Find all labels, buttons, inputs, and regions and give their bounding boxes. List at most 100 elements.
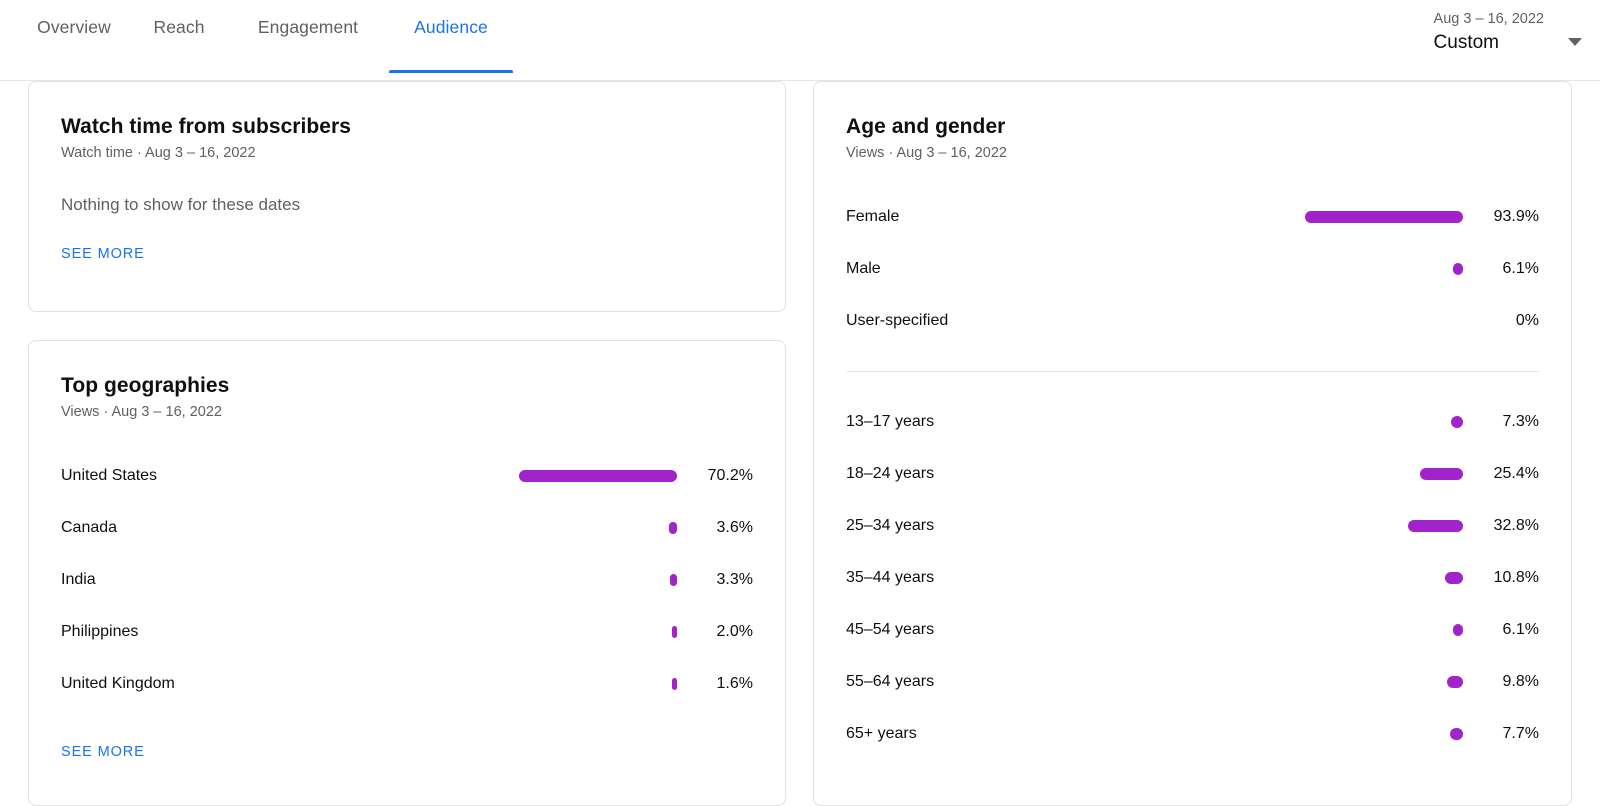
bar-row: Philippines 2.0%	[61, 606, 753, 658]
bar-track	[1194, 728, 1463, 740]
tab-overview[interactable]: Overview	[18, 0, 130, 80]
bar-row-value: 0%	[1477, 312, 1539, 330]
bar-row-value: 6.1%	[1477, 621, 1539, 639]
bar-track	[1194, 520, 1463, 532]
bar-row-value: 25.4%	[1477, 465, 1539, 483]
bar-row-label: Philippines	[61, 623, 361, 641]
bar-row: 35–44 years 10.8%	[846, 552, 1539, 604]
bar-track	[1194, 416, 1463, 428]
bar-row-value: 3.6%	[691, 519, 753, 537]
bar-row: 55–64 years 9.8%	[846, 656, 1539, 708]
bar-fill	[1447, 676, 1463, 688]
card-watch-time-from-subscribers: Watch time from subscribers Watch time ·…	[28, 81, 786, 312]
age-rows: 13–17 years 7.3% 18–24 years 25.4% 25–34 yea…	[846, 396, 1539, 760]
tab-label: Overview	[37, 17, 111, 38]
bar-row-label: 55–64 years	[846, 673, 1186, 691]
date-range-preset: Custom	[1434, 30, 1544, 56]
bar-row-value: 70.2%	[691, 467, 753, 485]
bar-row-label: User-specified	[846, 312, 1186, 330]
card-subtitle: Watch time · Aug 3 – 16, 2022	[61, 145, 753, 161]
bar-row-label: Male	[846, 260, 1186, 278]
card-subtitle: Views · Aug 3 – 16, 2022	[61, 404, 753, 420]
analytics-top-bar: Overview Reach Engagement Audience Aug 3 – …	[0, 0, 1600, 81]
bar-track	[1194, 211, 1463, 223]
bar-track	[1194, 676, 1463, 688]
bar-fill	[1453, 624, 1463, 636]
bar-fill	[1408, 520, 1463, 532]
bar-row-label: 25–34 years	[846, 517, 1186, 535]
bar-row-value: 3.3%	[691, 571, 753, 589]
bar-row-label: 65+ years	[846, 725, 1186, 743]
bar-row: 45–54 years 6.1%	[846, 604, 1539, 656]
bar-row: Canada 3.6%	[61, 502, 753, 554]
bar-row-value: 93.9%	[1477, 208, 1539, 226]
date-range-text: Aug 3 – 16, 2022 Custom	[1434, 8, 1544, 56]
bar-row: 25–34 years 32.8%	[846, 500, 1539, 552]
bar-fill	[1453, 263, 1463, 275]
empty-state-message: Nothing to show for these dates	[61, 195, 753, 215]
bar-fill	[1451, 416, 1463, 428]
bar-fill	[672, 626, 677, 638]
date-range-selector[interactable]: Aug 3 – 16, 2022 Custom	[1434, 8, 1582, 56]
analytics-tabs: Overview Reach Engagement Audience	[0, 0, 514, 80]
bar-row-label: United Kingdom	[61, 675, 361, 693]
see-more-geographies-button[interactable]: SEE MORE	[61, 744, 145, 760]
card-age-and-gender: Age and gender Views · Aug 3 – 16, 2022 …	[813, 81, 1572, 806]
bar-row-label: Female	[846, 208, 1186, 226]
bar-row-value: 32.8%	[1477, 517, 1539, 535]
bar-row: Male 6.1%	[846, 243, 1539, 295]
bar-row: User-specified 0%	[846, 295, 1539, 347]
bar-row-value: 9.8%	[1477, 673, 1539, 691]
tab-reach[interactable]: Reach	[130, 0, 228, 80]
analytics-content: Watch time from subscribers Watch time ·…	[0, 81, 1600, 806]
bar-fill	[669, 522, 677, 534]
bar-fill	[1450, 728, 1463, 740]
geography-rows: United States 70.2% Canada 3.6% India 3.3% Phi…	[61, 450, 753, 710]
bar-fill	[1305, 211, 1463, 223]
bar-fill	[1445, 572, 1463, 584]
bar-fill	[670, 574, 677, 586]
bar-fill	[672, 678, 677, 690]
bar-row-label: 45–54 years	[846, 621, 1186, 639]
bar-row-value: 10.8%	[1477, 569, 1539, 587]
bar-row-label: India	[61, 571, 361, 589]
bar-track	[369, 626, 677, 638]
bar-track	[369, 522, 677, 534]
bar-row: Female 93.9%	[846, 191, 1539, 243]
see-more-watch-time-button[interactable]: SEE MORE	[61, 246, 145, 262]
tab-engagement[interactable]: Engagement	[228, 0, 388, 80]
bar-row-value: 7.7%	[1477, 725, 1539, 743]
date-range-value: Aug 3 – 16, 2022	[1434, 8, 1544, 30]
bar-row: 18–24 years 25.4%	[846, 448, 1539, 500]
section-divider	[846, 371, 1539, 372]
bar-row-value: 7.3%	[1477, 413, 1539, 431]
bar-track	[369, 678, 677, 690]
bar-row: 13–17 years 7.3%	[846, 396, 1539, 448]
bar-track	[369, 574, 677, 586]
bar-track	[1194, 315, 1463, 327]
bar-row-label: 13–17 years	[846, 413, 1186, 431]
bar-fill	[1420, 468, 1463, 480]
bar-row-label: 35–44 years	[846, 569, 1186, 587]
gender-rows: Female 93.9% Male 6.1% User-specified 0%	[846, 191, 1539, 347]
tab-audience[interactable]: Audience	[388, 0, 514, 80]
tab-label: Audience	[414, 17, 488, 38]
bar-track	[1194, 572, 1463, 584]
bar-row-label: United States	[61, 467, 361, 485]
bar-row-value: 2.0%	[691, 623, 753, 641]
card-title: Age and gender	[846, 115, 1539, 139]
bar-track	[1194, 468, 1463, 480]
card-title: Watch time from subscribers	[61, 115, 753, 139]
card-top-geographies: Top geographies Views · Aug 3 – 16, 2022…	[28, 340, 786, 806]
bar-track	[369, 470, 677, 482]
bar-row: India 3.3%	[61, 554, 753, 606]
bar-row: United Kingdom1.6%	[61, 658, 753, 710]
chevron-down-icon[interactable]	[1568, 38, 1582, 46]
tab-label: Engagement	[258, 17, 358, 38]
bar-row-label: Canada	[61, 519, 361, 537]
tab-label: Reach	[153, 17, 204, 38]
bar-row-label: 18–24 years	[846, 465, 1186, 483]
bar-row-value: 6.1%	[1477, 260, 1539, 278]
bar-row: United States 70.2%	[61, 450, 753, 502]
card-title: Top geographies	[61, 374, 753, 398]
